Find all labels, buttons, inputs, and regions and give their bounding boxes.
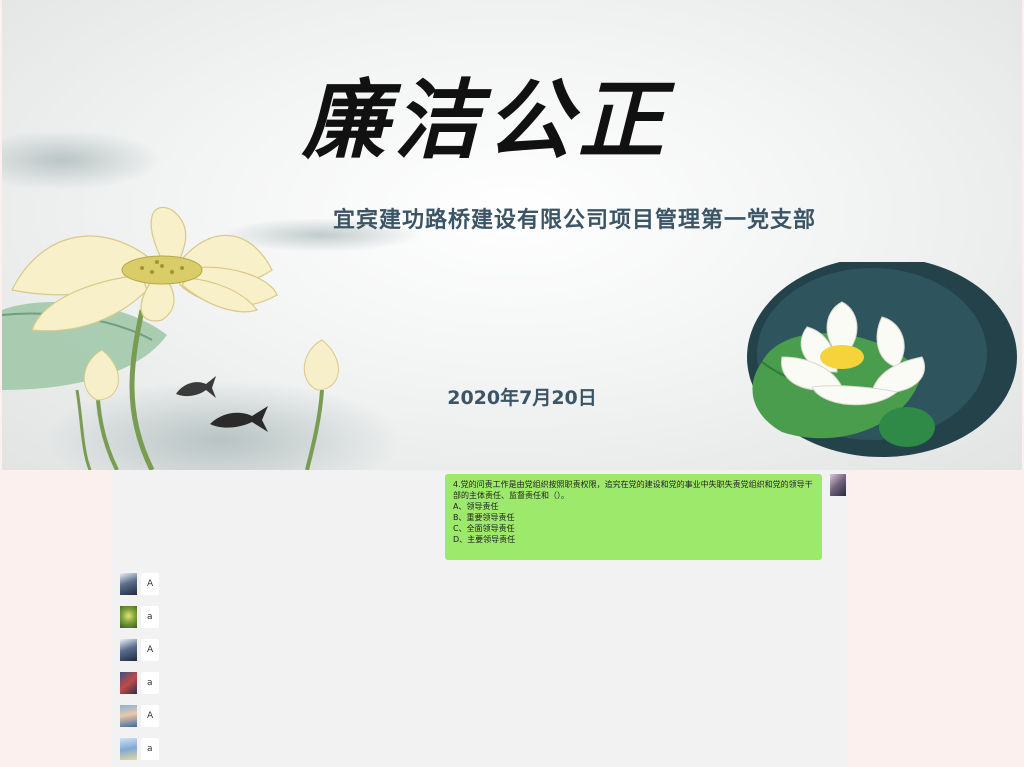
slide-banner: 廉洁公正 宜宾建功路桥建设有限公司项目管理第一党支部 2020年7月20日 [2,0,1022,470]
fish-icon [210,406,268,432]
lotus-left-illustration [2,206,339,470]
reply-bubble[interactable]: a [141,672,159,694]
reply-bubble[interactable]: A [141,705,160,727]
avatar[interactable] [120,672,137,694]
slide-title: 廉洁公正 [302,70,670,171]
option-a: A、领导责任 [453,502,499,511]
reply-bubble[interactable]: a [141,738,159,760]
avatar[interactable] [120,705,137,727]
reply-bubble[interactable]: A [141,573,160,595]
ink-mist-left [2,130,162,190]
chat-panel[interactable]: 4.党的问责工作是由党组织按照职责权限，追究在党的建设和党的事业中失职失责党组织… [112,470,848,767]
option-d: D、主要领导责任 [453,535,516,544]
avatar[interactable] [120,573,137,595]
reply-bubble[interactable]: A [141,639,160,661]
option-c: C、全面领导责任 [453,524,515,533]
option-b: B、重要领导责任 [453,513,515,522]
avatar[interactable] [120,738,137,760]
sender-avatar[interactable] [830,474,846,496]
lotus-right-illustration [747,262,1017,457]
question-text: 4.党的问责工作是由党组织按照职责权限，追究在党的建设和党的事业中失职失责党组织… [453,480,813,500]
fish-icon [176,376,216,398]
avatar[interactable] [120,606,137,628]
reply-bubble[interactable]: a [141,606,159,628]
question-message-bubble[interactable]: 4.党的问责工作是由党组织按照职责权限，追究在党的建设和党的事业中失职失责党组织… [445,474,822,560]
avatar[interactable] [120,639,137,661]
